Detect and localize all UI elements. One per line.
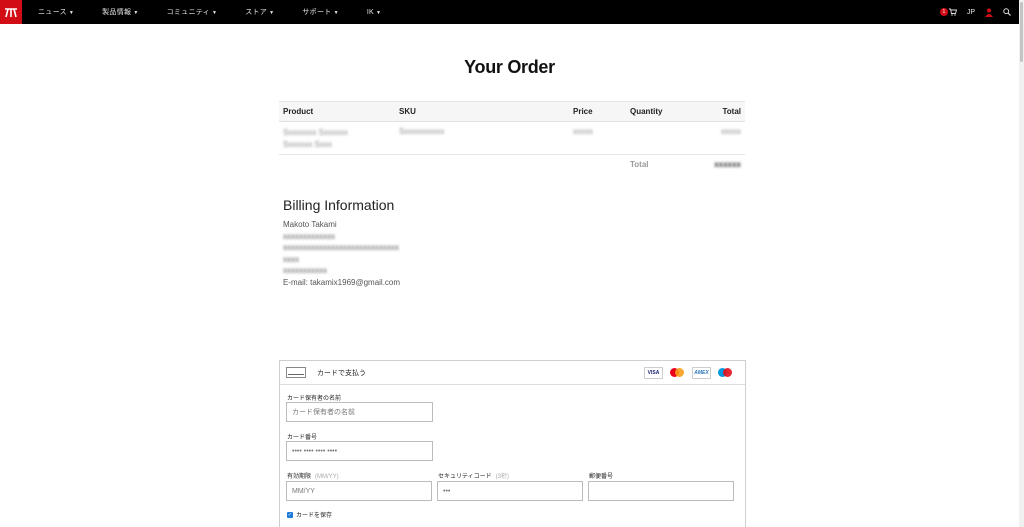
billing-name: Makoto Takami (283, 220, 337, 229)
nav-item-products[interactable]: 製品情報 ▼ (102, 7, 138, 17)
logo-icon (5, 8, 17, 18)
security-code-label: セキュリティコード (3桁) (438, 474, 509, 480)
chevron-down-icon: ▼ (68, 10, 75, 16)
card-payment-title: カードで支払う (317, 369, 366, 377)
maestro-icon (716, 367, 735, 379)
sku-cell: Sxxxxxxxxxx (395, 121, 569, 155)
cardholder-input[interactable]: カード保有者の名前 (286, 402, 433, 422)
postal-code-input[interactable] (588, 481, 734, 501)
billing-address-line: xxxx (283, 254, 299, 264)
nav-item-community[interactable]: コミュニティ ▼ (167, 7, 218, 17)
billing-address-line: xxxxxxxxxxxxxxxxxxxxxxxxxxxxx (283, 243, 399, 252)
search-icon[interactable] (1003, 8, 1011, 16)
ik-logo[interactable] (0, 0, 22, 24)
user-icon[interactable] (985, 8, 993, 17)
save-card-option[interactable]: ✓ カードを保存 (287, 510, 332, 519)
chevron-down-icon: ▼ (133, 10, 139, 16)
table-row: Sxxxxxxx Sxxxxxx Sxxxxxx Sxxx Sxxxxxxxxx… (279, 121, 745, 155)
total-value: xxxxxx (714, 160, 741, 170)
page-title: Your Order (464, 57, 555, 77)
nav-item-store[interactable]: ストア ▼ (245, 7, 274, 17)
save-card-label: カードを保存 (296, 513, 333, 519)
card-number-label: カード番号 (287, 435, 318, 441)
chevron-down-icon: ▼ (269, 10, 275, 16)
scrollbar[interactable] (1019, 0, 1024, 527)
header-quantity: Quantity (626, 101, 688, 122)
amex-icon: AMEX (692, 367, 711, 379)
billing-email: E-mail: takamix1969@gmail.com (283, 277, 401, 287)
total-row: Total xxxxxx (279, 155, 745, 175)
save-card-checkbox[interactable]: ✓ (287, 511, 293, 518)
credit-card-icon (286, 367, 306, 378)
scrollbar-thumb[interactable] (1020, 2, 1023, 62)
billing-address-line: xxxxxxxxxxxxx (283, 231, 335, 241)
card-brands: VISA AMEX (644, 367, 735, 379)
cart-icon (948, 8, 957, 16)
language-selector[interactable]: JP (967, 9, 975, 16)
postal-code-label: 郵便番号 (589, 474, 614, 480)
header-product: Product (279, 101, 395, 122)
quantity-cell (626, 121, 688, 155)
visa-icon: VISA (644, 367, 663, 379)
cart-badge: 1 (939, 8, 948, 16)
card-payment-header[interactable]: カードで支払う VISA AMEX (280, 361, 745, 385)
expiry-label: 有効期限 (MM/YY) (287, 474, 339, 480)
billing-heading: Billing Information (283, 197, 395, 213)
billing-information: Billing Information Makoto Takami xxxxxx… (283, 197, 400, 288)
card-number-input[interactable]: •••• •••• •••• •••• (286, 441, 433, 461)
order-table: Product SKU Price Quantity Total Sxxxxxx… (279, 101, 745, 175)
chevron-down-icon: ▼ (211, 10, 218, 16)
top-navbar: ニュース ▼ 製品情報 ▼ コミュニティ ▼ ストア ▼ サポート ▼ IK ▼ 1 JP (0, 0, 1019, 24)
billing-phone: xxxxxxxxxxx (283, 266, 327, 275)
nav-item-support[interactable]: サポート ▼ (302, 7, 338, 17)
header-sku: SKU (395, 101, 569, 122)
price-cell: xxxxx (569, 121, 626, 155)
expiry-input[interactable]: MM/YY (286, 481, 432, 501)
table-header-row: Product SKU Price Quantity Total (279, 101, 745, 122)
cart-button[interactable]: 1 (939, 8, 957, 16)
chevron-down-icon: ▼ (333, 10, 339, 16)
nav-item-news[interactable]: ニュース ▼ (38, 7, 74, 17)
nav-item-ik[interactable]: IK ▼ (367, 9, 381, 16)
security-code-input[interactable]: ••• (437, 481, 583, 501)
chevron-down-icon: ▼ (376, 9, 382, 16)
total-label: Total (630, 160, 649, 170)
cardholder-label: カード保有者の名前 (287, 396, 342, 402)
card-payment-form: カードで支払う VISA AMEX カード保有者の名前 カード保有者の名前 カー… (279, 360, 746, 527)
mastercard-icon (668, 367, 687, 379)
header-total: Total (688, 101, 745, 122)
line-total-cell: xxxxx (688, 121, 745, 155)
product-cell: Sxxxxxxx Sxxxxxx Sxxxxxx Sxxx (279, 121, 395, 155)
header-price: Price (569, 101, 626, 122)
